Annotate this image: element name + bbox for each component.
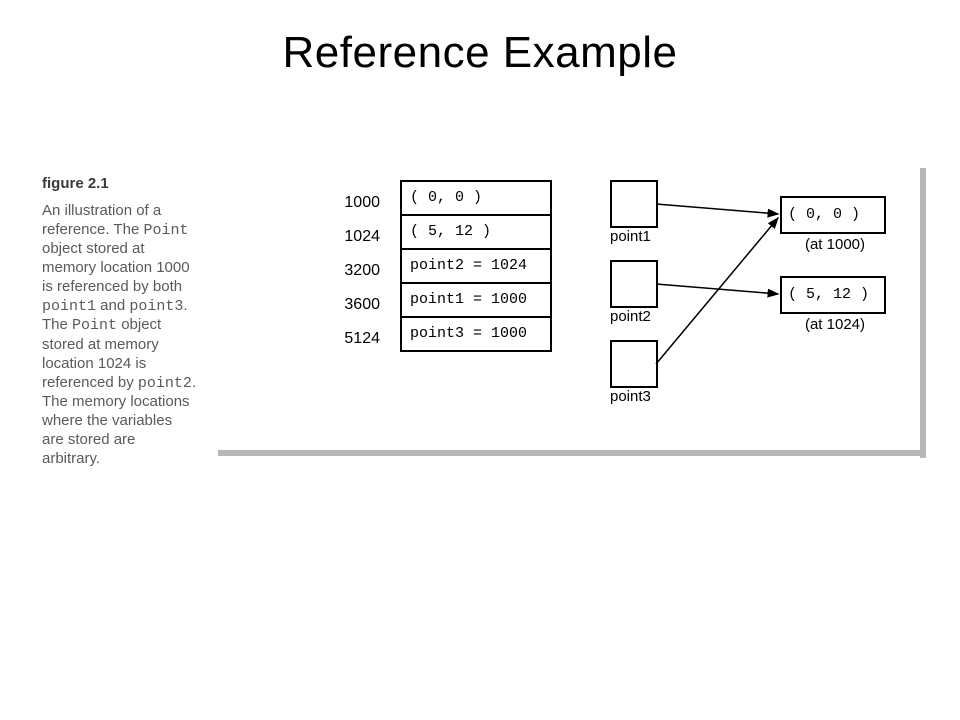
memory-address: 3200 <box>320 262 380 280</box>
ref-label: point1 <box>610 228 651 245</box>
memory-row: point3 = 1000 <box>402 318 550 352</box>
slide-title: Reference Example <box>0 28 960 78</box>
value-box: ( 5, 12 ) <box>780 276 886 314</box>
panel-shadow <box>218 450 926 456</box>
value-label: (at 1024) <box>780 316 890 333</box>
ref-label: point3 <box>610 388 651 405</box>
memory-address: 5124 <box>320 330 380 348</box>
ref-box-point1 <box>610 180 658 228</box>
figure-label: figure 2.1 <box>42 175 197 194</box>
slide: Reference Example figure 2.1 An illustra… <box>0 0 960 720</box>
memory-address: 1024 <box>320 228 380 246</box>
diagram-panel: 1000 1024 3200 3600 5124 ( 0, 0 ) ( 5, 1… <box>210 160 920 450</box>
memory-row: ( 0, 0 ) <box>402 180 550 216</box>
memory-address: 1000 <box>320 194 380 212</box>
memory-address: 3600 <box>320 296 380 314</box>
memory-table: ( 0, 0 ) ( 5, 12 ) point2 = 1024 point1 … <box>400 180 552 352</box>
memory-row: point1 = 1000 <box>402 284 550 318</box>
caption-text: An illustration of a reference. The Poin… <box>42 202 196 467</box>
value-box: ( 0, 0 ) <box>780 196 886 234</box>
memory-row: ( 5, 12 ) <box>402 216 550 250</box>
value-label: (at 1000) <box>780 236 890 253</box>
memory-row: point2 = 1024 <box>402 250 550 284</box>
ref-box-point2 <box>610 260 658 308</box>
ref-label: point2 <box>610 308 651 325</box>
ref-box-point3 <box>610 340 658 388</box>
figure-caption: figure 2.1 An illustration of a referenc… <box>42 175 197 468</box>
panel-shadow <box>920 168 926 458</box>
